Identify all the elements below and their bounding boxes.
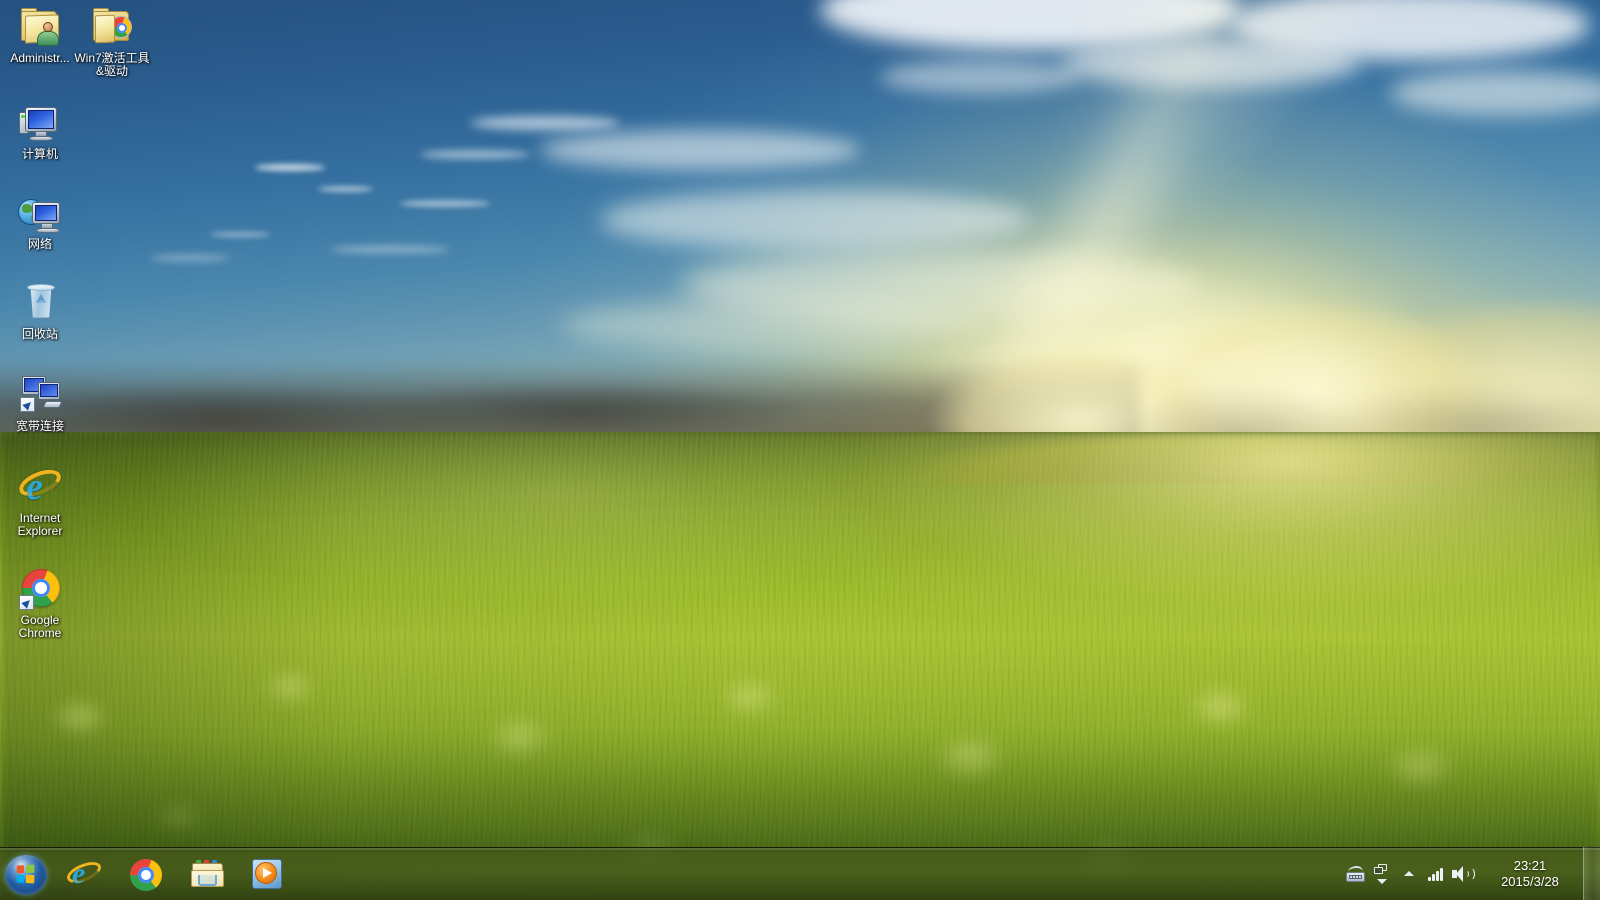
window-switch-icon[interactable] <box>1370 847 1396 900</box>
network-globe-icon <box>16 188 64 236</box>
desktop-icon-label: 回收站 <box>2 328 78 341</box>
desktop[interactable]: Administr... Win7激活工具&驱动 计算机 <box>0 0 1600 900</box>
taskbar-item-windows-explorer[interactable] <box>187 854 229 895</box>
taskbar-item-media-player[interactable] <box>246 854 288 895</box>
google-chrome-icon <box>130 859 162 891</box>
network-signal-icon[interactable] <box>1422 847 1448 900</box>
user-folder-icon <box>16 2 64 50</box>
show-hidden-icons-button[interactable] <box>1396 847 1422 900</box>
desktop-icon-grid: Administr... Win7激活工具&驱动 计算机 <box>0 0 230 700</box>
internet-explorer-icon: e <box>66 860 102 890</box>
desktop-icon-label: Internet Explorer <box>2 512 78 538</box>
desktop-icon-label: Administr... <box>2 52 78 65</box>
google-chrome-icon <box>16 564 64 612</box>
clock-time: 23:21 <box>1514 858 1547 874</box>
ime-keyboard-icon[interactable] <box>1340 847 1370 900</box>
desktop-wallpaper <box>0 0 1600 900</box>
desktop-icon-label: Win7激活工具&驱动 <box>74 52 150 78</box>
desktop-icon-label: Google Chrome <box>2 614 78 640</box>
desktop-icon-label: 网络 <box>2 238 78 251</box>
windows-explorer-icon <box>190 860 226 890</box>
clock-date: 2015/3/28 <box>1501 874 1559 890</box>
chevron-down-icon <box>1377 879 1387 884</box>
taskbar-item-google-chrome[interactable] <box>126 854 168 895</box>
show-desktop-button[interactable] <box>1583 847 1600 900</box>
recycle-bin-icon <box>16 278 64 326</box>
windows-orb-icon <box>17 864 37 885</box>
desktop-icon-label: 宽带连接 <box>2 420 78 433</box>
desktop-icon-label: 计算机 <box>2 148 78 161</box>
shortcut-arrow-icon <box>19 595 34 610</box>
desktop-icon-network[interactable]: 网络 <box>2 188 78 251</box>
system-tray[interactable]: 23:21 2015/3/28 <box>1340 847 1600 900</box>
wallpaper-field <box>0 432 1600 900</box>
desktop-icon-internet-explorer[interactable]: e Internet Explorer <box>2 462 78 538</box>
taskbar[interactable]: e <box>0 847 1600 900</box>
broadband-connection-icon <box>16 370 64 418</box>
desktop-icon-broadband-connection[interactable]: 宽带连接 <box>2 370 78 433</box>
taskbar-clock[interactable]: 23:21 2015/3/28 <box>1478 847 1582 900</box>
computer-icon <box>16 98 64 146</box>
tray-icon-list <box>1340 847 1478 900</box>
shortcut-arrow-icon <box>20 397 35 412</box>
chevron-up-icon <box>1404 871 1414 876</box>
taskbar-item-internet-explorer[interactable]: e <box>64 854 106 895</box>
start-button[interactable] <box>5 855 47 895</box>
internet-explorer-icon: e <box>16 462 64 510</box>
desktop-icon-google-chrome[interactable]: Google Chrome <box>2 564 78 640</box>
media-player-icon <box>252 859 282 889</box>
desktop-icon-administrator[interactable]: Administr... <box>2 2 78 65</box>
chrome-folder-icon <box>88 2 136 50</box>
desktop-icon-computer[interactable]: 计算机 <box>2 98 78 161</box>
speaker-icon[interactable] <box>1448 847 1478 900</box>
desktop-icon-recycle-bin[interactable]: 回收站 <box>2 278 78 341</box>
desktop-icon-win7-activation-tools[interactable]: Win7激活工具&驱动 <box>74 2 150 78</box>
